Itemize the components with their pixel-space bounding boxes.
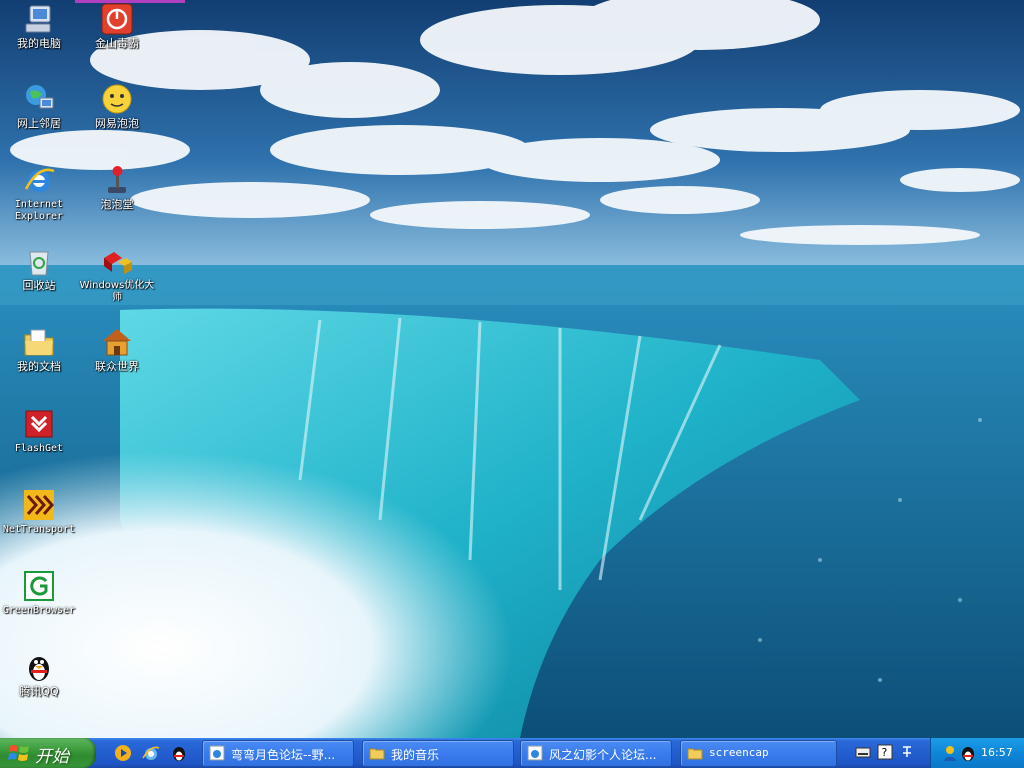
folder-icon <box>687 748 703 760</box>
task-label: screencap <box>709 746 769 759</box>
taskbar: 开始 弯弯月色论坛--野... 我的音乐 风之幻影个人论坛... screenc… <box>0 738 1024 768</box>
desktop-icon-nettransport[interactable]: NetTransport <box>0 488 78 536</box>
svg-text:?: ? <box>882 746 888 759</box>
desktop-icon-label: 网易泡泡 <box>95 117 139 130</box>
input-method-icon[interactable] <box>899 744 915 760</box>
desktop-icon-network[interactable]: 网上邻居 <box>0 82 78 130</box>
desktop-icon-label: Internet Explorer <box>14 199 64 222</box>
windows-logo-icon <box>8 745 29 761</box>
nettransport-icon <box>24 490 55 520</box>
kingsoft-antivirus-icon <box>101 3 133 35</box>
desktop-icon-label: NetTransport <box>2 524 76 535</box>
ourgame-house-icon <box>103 329 131 356</box>
desktop-icon-label: 回收站 <box>22 279 56 292</box>
task-label: 我的音乐 <box>391 748 440 762</box>
help-icon[interactable]: ? <box>877 744 893 760</box>
ie-page-icon <box>527 745 543 761</box>
media-player-icon <box>115 745 131 761</box>
quicklaunch-media-player[interactable] <box>112 742 134 764</box>
desktop-icon-label: 金山毒霸 <box>95 37 139 50</box>
taskbar-button-task-3[interactable]: 风之幻影个人论坛... <box>520 740 672 767</box>
desktop-icon-label: 腾讯QQ <box>19 685 59 698</box>
windows-optimizer-icon <box>104 252 132 274</box>
taskbar-button-task-4[interactable]: screencap <box>680 740 837 767</box>
desktop-icon-label: 我的文档 <box>17 360 61 373</box>
desktop-icon-recycle-bin[interactable]: 回收站 <box>0 244 78 292</box>
flashget-icon <box>25 410 53 438</box>
quick-launch-bar <box>112 742 190 764</box>
ie-page-icon <box>209 745 225 761</box>
desktop-icon-paopaotang[interactable]: 泡泡堂 <box>78 163 156 211</box>
keyboard-icon[interactable] <box>855 744 871 760</box>
internet-explorer-icon <box>142 746 160 760</box>
quicklaunch-ie[interactable] <box>140 742 162 764</box>
desktop-icon-label: 网上邻居 <box>17 117 61 130</box>
my-computer-icon <box>25 5 51 33</box>
desktop-icon-windows-optimizer[interactable]: Windows优化大师 <box>78 244 156 304</box>
greenbrowser-icon <box>24 571 54 601</box>
desktop-icon-label: Windows优化大师 <box>79 280 155 303</box>
desktop-icon-kingsoft[interactable]: 金山毒霸 <box>78 2 156 50</box>
desktop-icon-label: GreenBrowser <box>2 605 76 616</box>
desktop-icon-netease-popo[interactable]: 网易泡泡 <box>78 82 156 130</box>
desktop-icon-label: 泡泡堂 <box>100 198 134 211</box>
desktop-icon-label: 我的电脑 <box>17 37 61 50</box>
internet-explorer-icon <box>24 168 55 192</box>
task-label: 风之幻影个人论坛... <box>549 748 657 762</box>
qq-penguin-icon <box>29 657 49 681</box>
desktop-icon-my-documents[interactable]: 我的文档 <box>0 325 78 373</box>
tray-extra-icons: ? <box>855 744 915 760</box>
recycle-bin-icon <box>29 251 49 276</box>
desktop-icon-ourgame[interactable]: 联众世界 <box>78 325 156 373</box>
desktop-icon-qq[interactable]: 腾讯QQ <box>0 650 78 698</box>
clock[interactable]: 16:57 <box>981 746 1013 759</box>
desktop-icon-my-computer[interactable]: 我的电脑 <box>0 2 78 50</box>
folder-icon <box>369 748 385 760</box>
system-tray: 16:57 <box>930 738 1024 768</box>
start-label: 开始 <box>35 747 69 767</box>
desktop-icon-label: 联众世界 <box>95 360 139 373</box>
start-button[interactable]: 开始 <box>0 738 96 768</box>
qq-penguin-icon <box>173 747 185 761</box>
taskbar-button-task-1[interactable]: 弯弯月色论坛--野... <box>202 740 354 767</box>
taskbar-button-task-2[interactable]: 我的音乐 <box>362 740 514 767</box>
network-neighborhood-icon <box>26 85 54 109</box>
desktop-icon-label: FlashGet <box>14 443 64 454</box>
my-documents-icon <box>24 329 54 356</box>
desktop-icon-internet-explorer[interactable]: Internet Explorer <box>0 163 78 223</box>
people-icon[interactable] <box>941 744 959 762</box>
desktop-icon-flashget[interactable]: FlashGet <box>0 407 78 455</box>
joystick-icon <box>108 166 126 193</box>
task-label: 弯弯月色论坛--野... <box>231 748 336 762</box>
qq-penguin-icon[interactable] <box>959 744 977 762</box>
desktop-icon-greenbrowser[interactable]: GreenBrowser <box>0 569 78 617</box>
quicklaunch-qq[interactable] <box>168 742 190 764</box>
netease-popo-icon <box>102 84 132 114</box>
